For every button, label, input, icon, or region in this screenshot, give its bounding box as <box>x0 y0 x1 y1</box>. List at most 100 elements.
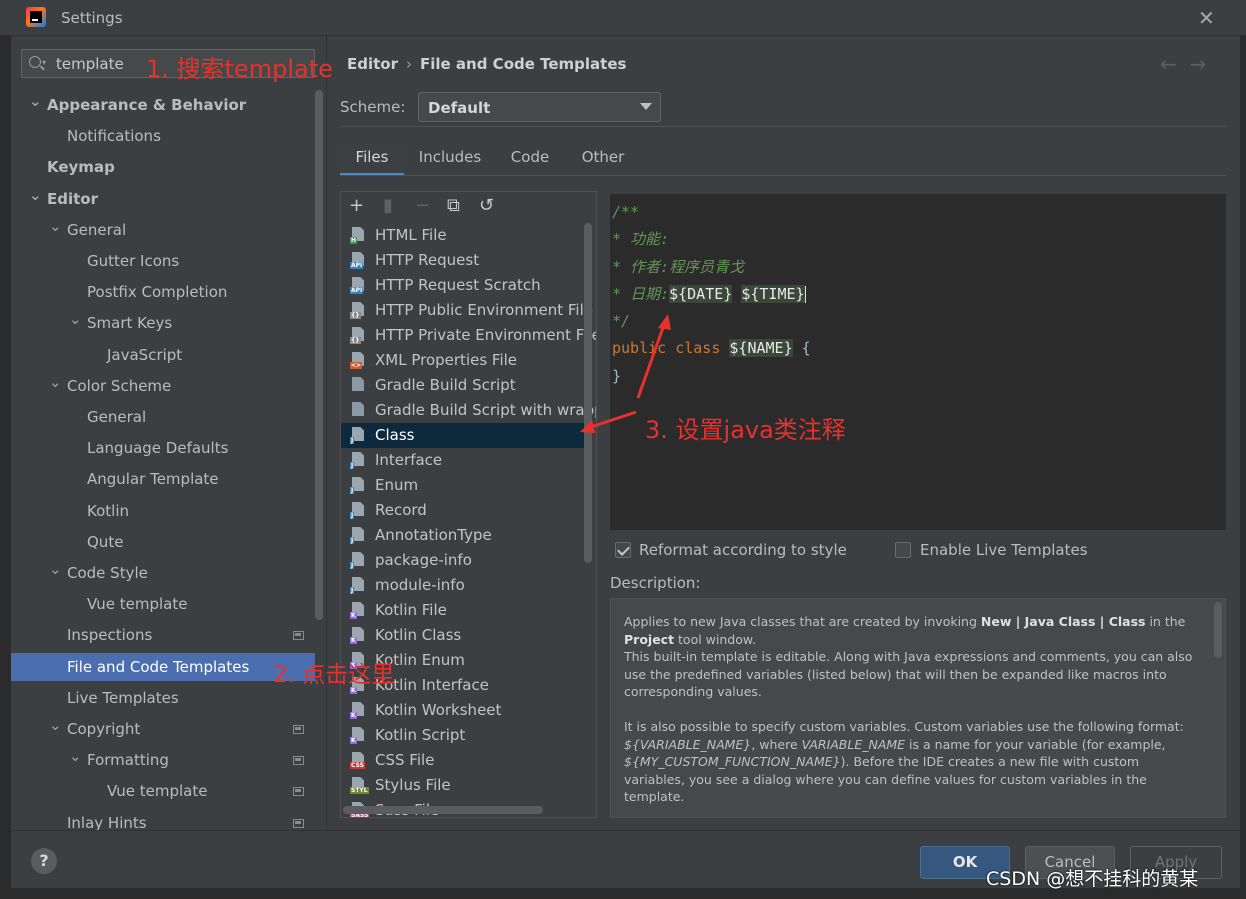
template-item-annotationtype[interactable]: J AnnotationType <box>341 523 585 548</box>
tree-item-live-templates[interactable]: Live Templates <box>11 684 311 712</box>
tree-item-copyright[interactable]: Copyright ⌄ <box>11 715 311 743</box>
tree-item-postfix-completion[interactable]: Postfix Completion <box>11 278 311 306</box>
tree-item-color-scheme[interactable]: Color Scheme ⌄ <box>11 372 311 400</box>
help-icon[interactable]: ? <box>31 848 57 874</box>
template-item-enum[interactable]: J Enum <box>341 473 585 498</box>
tab-other[interactable]: Other <box>572 143 634 176</box>
project-scope-icon <box>293 631 304 641</box>
search-icon <box>29 56 41 68</box>
tree-item-formatting[interactable]: Formatting ⌄ <box>11 746 311 774</box>
tab-includes[interactable]: Includes <box>410 143 490 176</box>
close-icon[interactable]: ✕ <box>1198 6 1215 30</box>
add-icon[interactable]: + <box>349 195 364 216</box>
template-item-html-file[interactable]: H HTML File <box>341 223 585 248</box>
chevron-down-icon[interactable]: ⌄ <box>49 212 62 240</box>
live-templates-label[interactable]: Enable Live Templates <box>920 541 1088 559</box>
template-item-http-private-environment-file[interactable]: {} HTTP Private Environment File <box>341 323 596 348</box>
tree-item-kotlin[interactable]: Kotlin <box>11 497 311 525</box>
back-arrow-icon[interactable]: ← <box>1160 52 1177 76</box>
reformat-label[interactable]: Reformat according to style <box>639 541 847 559</box>
tree-item-qute[interactable]: Qute <box>11 528 311 556</box>
chevron-down-icon[interactable]: ⌄ <box>29 87 42 115</box>
breadcrumb-parent: Editor <box>347 55 398 73</box>
css-file-icon: CSS <box>350 752 367 769</box>
tree-item-gutter-icons[interactable]: Gutter Icons <box>11 247 311 275</box>
scheme-dropdown[interactable]: Default <box>418 92 661 122</box>
tree-scrollbar[interactable] <box>315 90 323 620</box>
chevron-down-icon[interactable]: ⌄ <box>49 711 62 739</box>
java-file-icon: J <box>350 502 367 519</box>
tab-code[interactable]: Code <box>500 143 560 176</box>
template-item-interface[interactable]: J Interface <box>341 448 585 473</box>
template-item-module-info[interactable]: Jmodule-info <box>341 573 585 598</box>
tree-item-general[interactable]: General ⌄ <box>11 216 311 244</box>
tree-item-appearance-behavior[interactable]: Appearance & Behavior ⌄ <box>11 91 311 119</box>
template-item-http-request-scratch[interactable]: API HTTP Request Scratch <box>341 273 585 298</box>
tree-item-javascript[interactable]: JavaScript <box>11 341 311 369</box>
template-item-kotlin-file[interactable]: K Kotlin File <box>341 598 585 623</box>
annotation-arrowhead <box>580 420 595 433</box>
search-input-value: template <box>56 55 124 73</box>
annotation-step-2: 2. 点击这里 <box>273 662 395 688</box>
template-item-http-request[interactable]: API HTTP Request <box>341 248 585 273</box>
chevron-down-icon[interactable]: ⌄ <box>49 555 62 583</box>
reformat-checkbox[interactable] <box>615 542 631 558</box>
tree-item-label: Copyright <box>67 720 141 738</box>
tab-files[interactable]: Files <box>340 143 404 176</box>
tree-item-file-and-code-templates[interactable]: File and Code Templates <box>11 652 315 681</box>
description-scrollbar[interactable] <box>1214 602 1222 658</box>
java-file-icon: J <box>350 427 367 444</box>
template-item-http-public-environment-file[interactable]: {} HTTP Public Environment File <box>341 298 593 323</box>
tree-item-vue-template[interactable]: Vue template <box>11 777 311 805</box>
description-text: Applies to new Java classes that are cre… <box>624 613 1194 806</box>
annotation-arrow-to-code <box>636 321 667 399</box>
chevron-down-icon[interactable]: ⌄ <box>29 181 42 209</box>
tree-item-editor[interactable]: Editor ⌄ <box>11 185 311 213</box>
live-templates-checkbox[interactable] <box>895 542 911 558</box>
template-item-kotlin-script[interactable]: K Kotlin Script <box>341 723 585 748</box>
tree-item-language-defaults[interactable]: Language Defaults <box>11 434 311 462</box>
project-scope-icon <box>293 787 304 797</box>
template-item-class[interactable]: J Class <box>341 423 585 448</box>
template-item-label: HTML File <box>375 226 447 244</box>
template-item-xml-properties-file[interactable]: <> XML Properties File <box>341 348 585 373</box>
template-item-css-file[interactable]: CSS CSS File <box>341 748 585 773</box>
template-list-hscrollbar[interactable] <box>343 806 543 814</box>
java-file-icon: J <box>350 452 367 469</box>
template-item-gradle-build-script[interactable]: Gradle Build Script <box>341 373 585 398</box>
tree-item-general[interactable]: General <box>11 403 311 431</box>
desc-text: in the <box>1145 614 1186 629</box>
tree-item-label: Inspections <box>67 626 153 645</box>
template-code-editor[interactable]: /** * 功能: * 作者:程序员青戈 * 日期:${DATE} ${TIME… <box>610 194 1226 530</box>
template-item-kotlin-class[interactable]: K Kotlin Class <box>341 623 585 648</box>
template-item-gradle-build-script-with-wrapp[interactable]: Gradle Build Script with wrapp <box>341 398 596 423</box>
template-item-record[interactable]: J Record <box>341 498 585 523</box>
reset-icon[interactable]: ↺ <box>479 195 494 216</box>
tree-item-vue-template[interactable]: Vue template <box>11 590 311 618</box>
chevron-down-icon[interactable]: ⌄ <box>69 742 82 770</box>
tree-item-inspections[interactable]: Inspections <box>11 621 311 649</box>
file-type-badge: J <box>350 537 355 544</box>
gradle-icon <box>350 402 367 419</box>
file-type-badge: J <box>350 437 355 444</box>
tree-item-angular-template[interactable]: Angular Template <box>11 465 311 493</box>
tree-item-keymap[interactable]: Keymap <box>11 153 311 181</box>
forward-arrow-icon[interactable]: → <box>1189 52 1206 76</box>
copy-icon[interactable]: ⧉ <box>447 195 460 216</box>
template-item-label: Record <box>375 501 427 519</box>
tree-item-notifications[interactable]: Notifications <box>11 122 311 150</box>
tree-item-label: General <box>67 220 127 239</box>
template-item-package-info[interactable]: Jpackage-info <box>341 548 585 573</box>
tree-item-code-style[interactable]: Code Style ⌄ <box>11 559 311 587</box>
template-item-stylus-file[interactable]: STYL Stylus File <box>341 773 585 798</box>
search-history-dropdown-icon[interactable]: ▾ <box>42 58 46 67</box>
template-item-label: Interface <box>375 451 443 469</box>
csdn-watermark: CSDN @想不挂科的黄某 <box>986 868 1199 890</box>
chevron-down-icon[interactable]: ⌄ <box>49 368 62 396</box>
panel-divider[interactable] <box>326 36 327 830</box>
chevron-down-icon[interactable]: ⌄ <box>69 305 82 333</box>
tree-item-label: Keymap <box>47 158 115 177</box>
annotation-step-1: 1. 搜索template <box>146 55 333 83</box>
tree-item-smart-keys[interactable]: Smart Keys ⌄ <box>11 309 311 337</box>
template-item-kotlin-worksheet[interactable]: K Kotlin Worksheet <box>341 698 585 723</box>
